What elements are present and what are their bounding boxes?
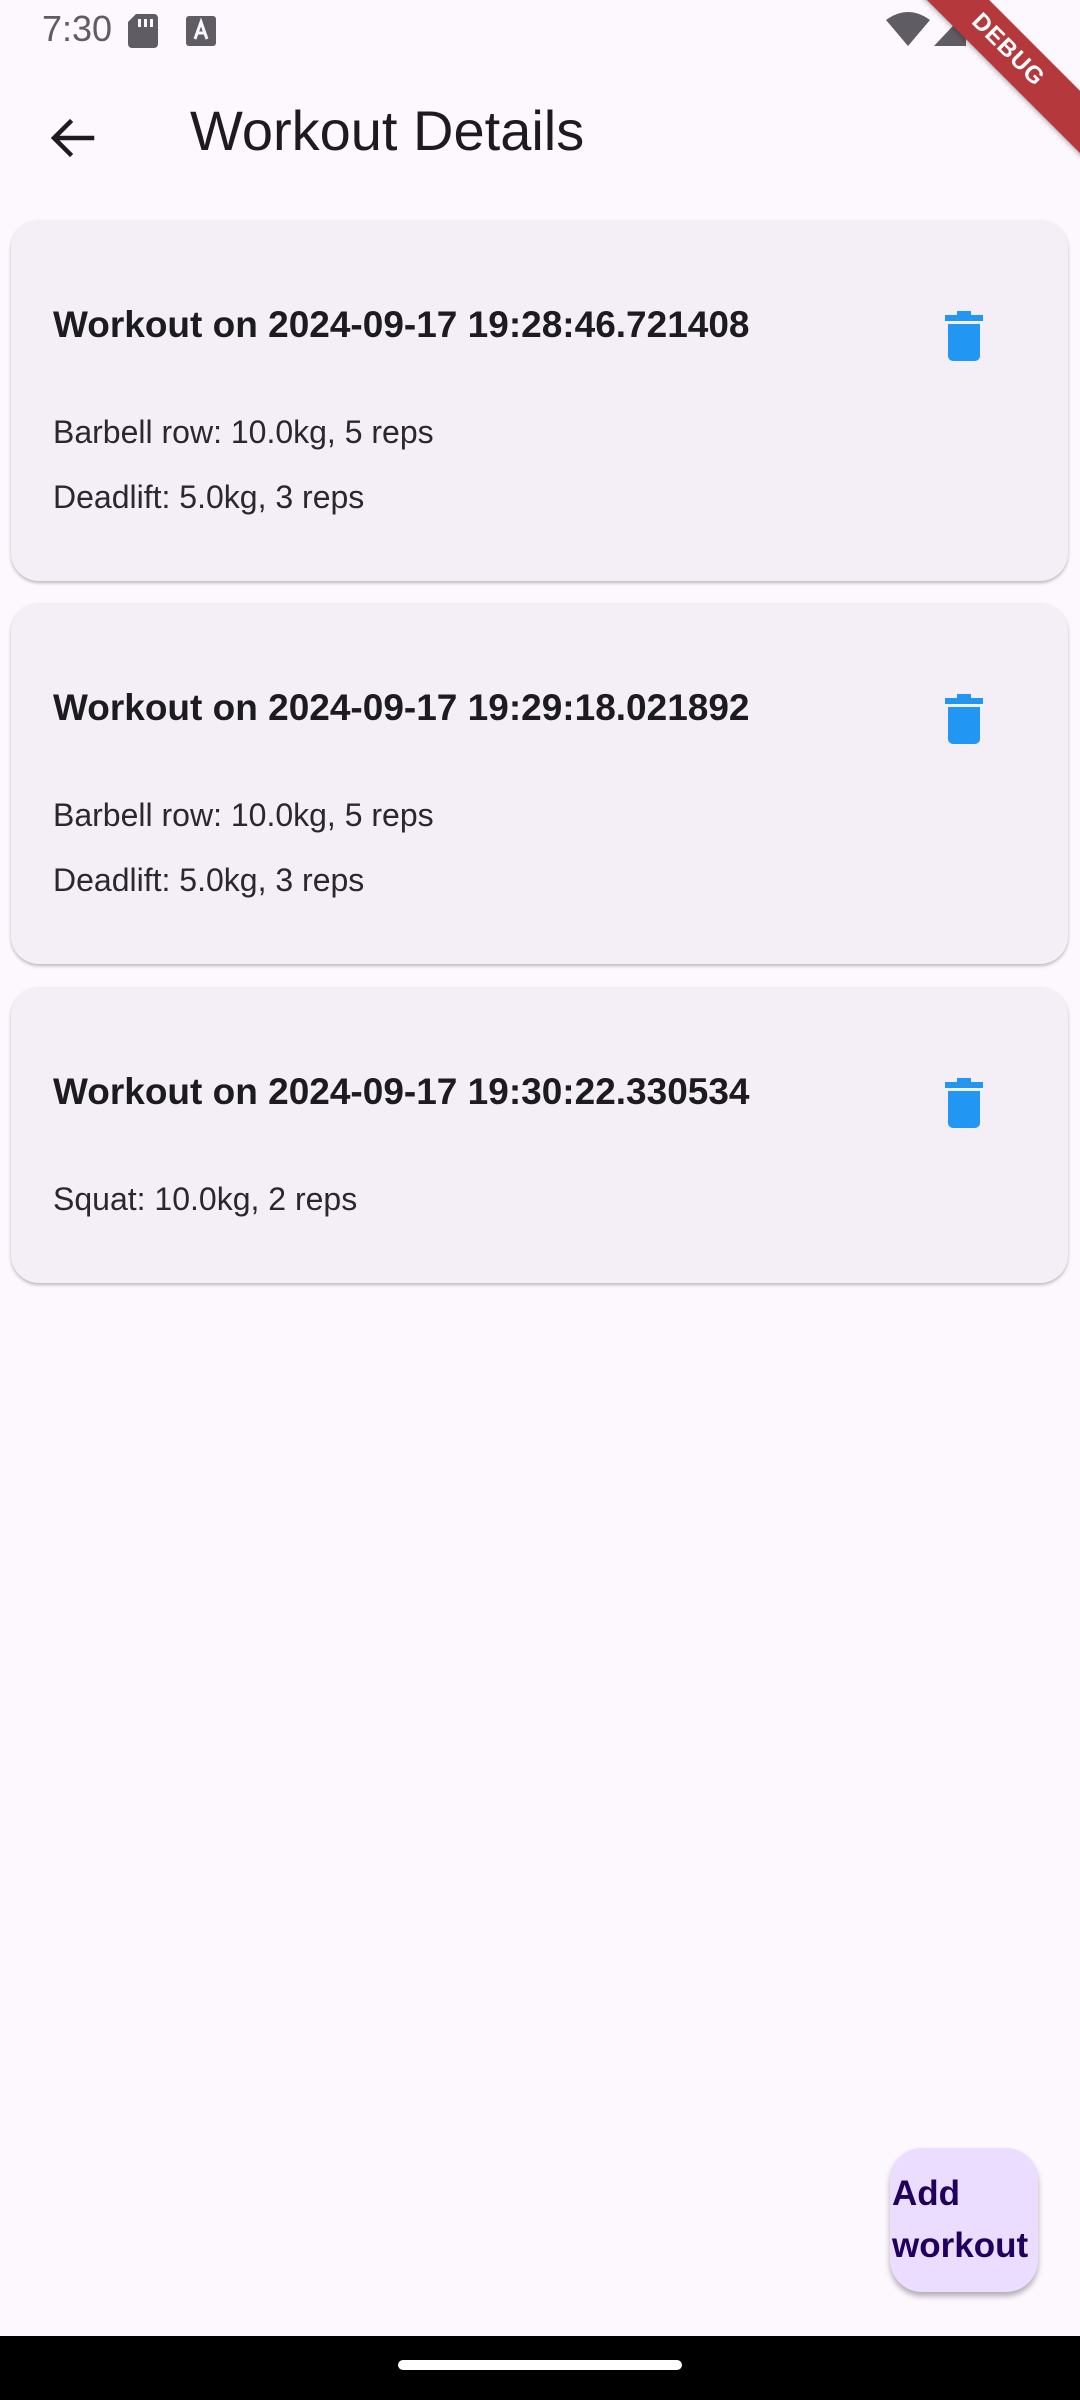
a-text-icon <box>186 16 216 46</box>
delete-workout-button[interactable] <box>926 298 1002 374</box>
app-bar: Workout Details <box>0 62 1080 210</box>
system-navigation-bar <box>0 2336 1080 2400</box>
workout-card: Workout on 2024-09-17 19:30:22.330534 Sq… <box>11 987 1068 1283</box>
workout-card: Workout on 2024-09-17 19:29:18.021892 Ba… <box>11 603 1068 964</box>
wifi-icon <box>886 12 930 46</box>
sd-card-icon <box>128 14 158 48</box>
back-button[interactable] <box>30 96 114 180</box>
exercise-line: Deadlift: 5.0kg, 3 reps <box>53 862 365 898</box>
trash-icon <box>945 694 983 744</box>
home-indicator[interactable] <box>398 2360 682 2370</box>
add-workout-button[interactable]: Add workout <box>890 2148 1038 2292</box>
exercise-line: Barbell row: 10.0kg, 5 reps <box>53 797 434 833</box>
trash-icon <box>945 311 983 361</box>
exercise-line: Deadlift: 5.0kg, 3 reps <box>53 479 365 515</box>
page-title: Workout Details <box>190 99 585 162</box>
workout-card: Workout on 2024-09-17 19:28:46.721408 Ba… <box>11 220 1068 581</box>
arrow-back-icon <box>50 118 95 158</box>
exercise-line: Barbell row: 10.0kg, 5 reps <box>53 414 434 450</box>
trash-icon <box>945 1078 983 1128</box>
delete-workout-button[interactable] <box>926 681 1002 757</box>
workout-title: Workout on 2024-09-17 19:28:46.721408 <box>53 304 750 345</box>
workout-title: Workout on 2024-09-17 19:30:22.330534 <box>53 1071 750 1112</box>
delete-workout-button[interactable] <box>926 1065 1002 1141</box>
status-time: 7:30 <box>42 8 113 49</box>
fab-label-line2: workout <box>892 2226 1029 2265</box>
status-bar: 7:30 <box>0 0 1080 62</box>
fab-label-line1: Add <box>892 2174 961 2213</box>
exercise-line: Squat: 10.0kg, 2 reps <box>53 1181 358 1217</box>
workout-title: Workout on 2024-09-17 19:29:18.021892 <box>53 687 750 728</box>
